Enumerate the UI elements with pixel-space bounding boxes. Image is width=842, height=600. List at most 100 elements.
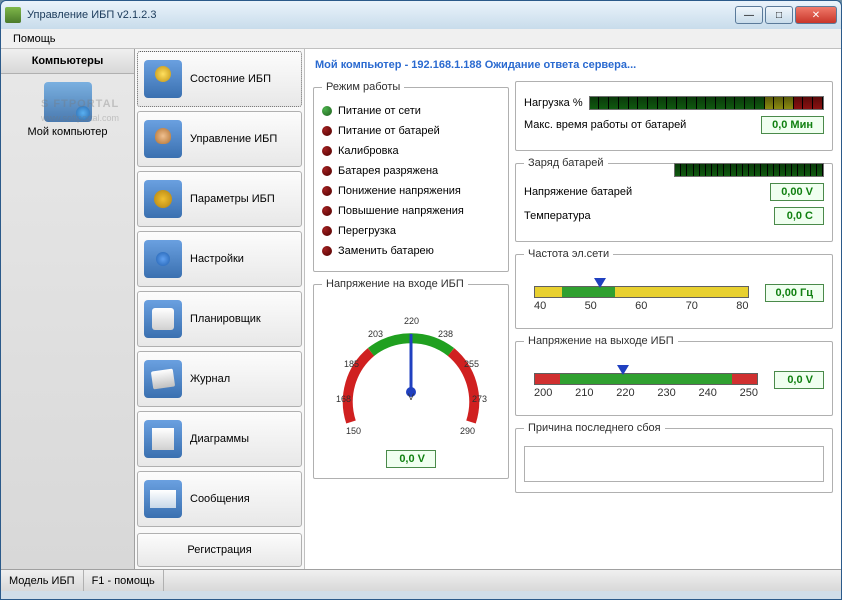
sidebar-header: Компьютеры [1,49,134,74]
failure-text [524,446,824,482]
nav-column: Состояние ИБП Управление ИБП Параметры И… [135,49,305,569]
nav-charts[interactable]: Диаграммы [137,411,302,467]
battery-group: Заряд батарей Напряжение батарей 0,00 V … [515,157,833,242]
failure-legend: Причина последнего сбоя [524,422,665,434]
menu-help[interactable]: Помощь [7,31,62,47]
nav-settings[interactable]: Настройки [137,231,302,287]
mode-label: Калибровка [338,145,399,157]
settings-icon [144,240,182,278]
mode-row: Калибровка [322,141,500,161]
out-voltage-scale: 200210220230240250 [524,365,768,397]
load-group: Нагрузка % Макс. время работы от батарей… [515,81,833,151]
nav-label: Планировщик [190,313,261,325]
mode-label: Батарея разряжена [338,165,438,177]
mode-label: Заменить батарею [338,245,434,257]
mode-row: Понижение напряжения [322,181,500,201]
svg-text:255: 255 [464,359,479,369]
mode-label: Перегрузка [338,225,396,237]
computer-icon [44,82,92,122]
nav-scheduler[interactable]: Планировщик [137,291,302,347]
svg-text:238: 238 [438,329,453,339]
freq-scale: 4050607080 [524,278,759,310]
chart-icon [144,420,182,458]
battery-temp-value: 0,0 C [774,207,824,225]
status-help: F1 - помощь [84,570,164,591]
svg-text:203: 203 [368,329,383,339]
mode-row: Батарея разряжена [322,161,500,181]
sidebar-item-computer[interactable]: Мой компьютер [1,74,134,146]
nav-messages[interactable]: Сообщения [137,471,302,527]
status-model: Модель ИБП [1,570,84,591]
statusbar: Модель ИБП F1 - помощь [1,569,841,591]
titlebar[interactable]: Управление ИБП v2.1.2.3 — □ ✕ [1,1,841,29]
window-title: Управление ИБП v2.1.2.3 [27,9,735,21]
gauge-unit: V [408,392,414,402]
nav-label: Журнал [190,373,230,385]
battery-volt-label: Напряжение батарей [524,186,632,198]
main-panel: Мой компьютер - 192.168.1.188 Ожидание о… [305,49,841,569]
input-voltage-gauge: 150 168 185 203 220 238 255 273 290 V [326,302,496,442]
mode-row: Заменить батарею [322,241,500,261]
input-voltage-value: 0,0 V [386,450,436,468]
close-button[interactable]: ✕ [795,6,837,24]
input-voltage-legend: Напряжение на входе ИБП [322,278,468,290]
mode-group: Режим работы Питание от сети Питание от б… [313,81,509,272]
nav-params[interactable]: Параметры ИБП [137,171,302,227]
nav-status[interactable]: Состояние ИБП [137,51,302,107]
input-voltage-group: Напряжение на входе ИБП [313,278,509,479]
mode-row: Питание от батарей [322,121,500,141]
nav-register[interactable]: Регистрация [137,533,302,567]
gear-icon [144,180,182,218]
svg-text:150: 150 [346,426,361,436]
sidebar-item-label: Мой компьютер [5,126,130,138]
battery-temp-label: Температура [524,210,591,222]
battery-volt-value: 0,00 V [770,183,824,201]
mode-row: Повышение напряжения [322,201,500,221]
nav-label: Диаграммы [190,433,249,445]
battery-bar [674,163,824,177]
status-led-icon [322,186,332,196]
svg-text:168: 168 [336,394,351,404]
load-bar [589,96,824,110]
journal-icon [144,360,182,398]
svg-text:220: 220 [404,316,419,326]
app-icon [5,7,21,23]
mode-label: Питание от батарей [338,125,440,137]
nav-label: Сообщения [190,493,250,505]
nav-label: Настройки [190,253,244,265]
mode-row: Перегрузка [322,221,500,241]
out-voltage-value: 0,0 V [774,371,824,389]
nav-label: Параметры ИБП [190,193,275,205]
runtime-value: 0,0 Мин [761,116,824,134]
status-led-icon [322,146,332,156]
mode-legend: Режим работы [322,81,404,93]
freq-value: 0,00 Гц [765,284,824,302]
svg-text:273: 273 [472,394,487,404]
mail-icon [144,480,182,518]
status-led-icon [322,106,332,116]
status-led-icon [322,206,332,216]
mode-label: Повышение напряжения [338,205,464,217]
status-led-icon [322,226,332,236]
nav-control[interactable]: Управление ИБП [137,111,302,167]
load-label: Нагрузка % [524,97,583,109]
freq-group: Частота эл.сети 4050607080 0,00 Гц [515,248,833,329]
nav-journal[interactable]: Журнал [137,351,302,407]
out-voltage-group: Напряжение на выходе ИБП 200210220230240… [515,335,833,416]
nav-label: Состояние ИБП [190,73,271,85]
nav-label: Управление ИБП [190,133,277,145]
svg-text:290: 290 [460,426,475,436]
status-led-icon [322,246,332,256]
connection-status: Мой компьютер - 192.168.1.188 Ожидание о… [313,53,833,81]
out-voltage-legend: Напряжение на выходе ИБП [524,335,678,347]
svg-text:185: 185 [344,359,359,369]
status-led-icon [322,126,332,136]
status-led-icon [322,166,332,176]
mode-row: Питание от сети [322,101,500,121]
bulb-icon [144,60,182,98]
menubar: Помощь [1,29,841,49]
battery-legend: Заряд батарей [524,157,608,169]
failure-group: Причина последнего сбоя [515,422,833,493]
maximize-button[interactable]: □ [765,6,793,24]
minimize-button[interactable]: — [735,6,763,24]
